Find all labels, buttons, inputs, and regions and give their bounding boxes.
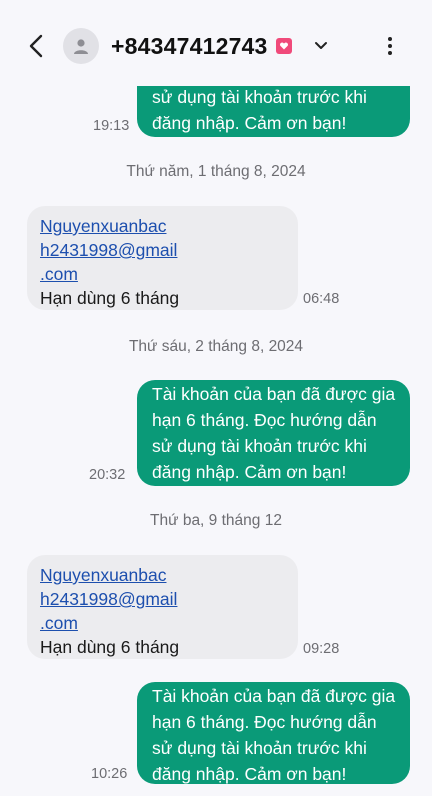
sent-message-bubble[interactable]: Tài khoản của bạn đã được gia hạn 6 thán… bbox=[137, 682, 410, 784]
conversation-header: +84347412743 bbox=[0, 0, 432, 86]
email-link[interactable]: Nguyenxuanbac h2431998@gmail .com bbox=[40, 563, 286, 635]
message-line: đăng nhập. Cảm ơn bạn! bbox=[152, 764, 347, 784]
message-timestamp: 10:26 bbox=[91, 766, 128, 782]
back-button[interactable] bbox=[22, 32, 50, 60]
message-text: Hạn dùng 6 tháng bbox=[40, 637, 180, 657]
message-line: Tài khoản của bạn đã được gia bbox=[152, 686, 396, 706]
message-timestamp: 09:28 bbox=[303, 641, 340, 657]
date-divider: Thứ năm, 1 tháng 8, 2024 bbox=[126, 163, 306, 180]
email-link-line: h2431998@gmail bbox=[40, 589, 178, 609]
message-line: sử dụng tài khoản trước khi bbox=[152, 436, 367, 456]
chevron-down-icon[interactable] bbox=[314, 41, 328, 51]
message-line: sử dụng tài khoản trước khi bbox=[152, 87, 367, 107]
message-line: đăng nhập. Cảm ơn bạn! bbox=[152, 462, 347, 482]
heart-badge-icon bbox=[275, 38, 292, 54]
sent-message-bubble[interactable]: Tài khoản của bạn đã được gia hạn 6 thán… bbox=[137, 380, 410, 486]
back-arrow-icon bbox=[29, 34, 43, 58]
contact-number: +84347412743 bbox=[111, 32, 268, 59]
person-icon bbox=[74, 39, 88, 54]
message-line: đăng nhập. Cảm ơn bạn! bbox=[152, 113, 347, 133]
email-link-line: h2431998@gmail bbox=[40, 240, 178, 260]
message-line: hạn 6 tháng. Đọc hướng dẫn bbox=[152, 712, 377, 732]
received-message-bubble[interactable]: Nguyenxuanbac h2431998@gmail .com Hạn dù… bbox=[27, 206, 298, 310]
more-vert-icon[interactable] bbox=[378, 32, 402, 60]
message-timestamp: 20:32 bbox=[89, 467, 126, 483]
received-message-bubble[interactable]: Nguyenxuanbac h2431998@gmail .com Hạn dù… bbox=[27, 555, 298, 659]
email-link[interactable]: Nguyenxuanbac h2431998@gmail .com bbox=[40, 214, 286, 286]
email-link-line: Nguyenxuanbac bbox=[40, 565, 167, 585]
date-divider: Thứ sáu, 2 tháng 8, 2024 bbox=[128, 338, 304, 355]
message-timestamp: 19:13 bbox=[93, 118, 130, 134]
date-divider: Thứ ba, 9 tháng 12 bbox=[150, 512, 282, 529]
message-timestamp: 06:48 bbox=[303, 291, 340, 307]
message-text: Hạn dùng 6 tháng bbox=[40, 288, 180, 308]
email-link-line: Nguyenxuanbac bbox=[40, 216, 167, 236]
contact-title[interactable]: +84347412743 bbox=[111, 30, 328, 62]
email-link-line: .com bbox=[40, 264, 78, 284]
message-line: Tài khoản của bạn đã được gia bbox=[152, 384, 396, 404]
email-link-line: .com bbox=[40, 613, 78, 633]
avatar[interactable] bbox=[63, 28, 99, 64]
message-line: hạn 6 tháng. Đọc hướng dẫn bbox=[152, 410, 377, 430]
message-line: sử dụng tài khoản trước khi bbox=[152, 738, 367, 758]
